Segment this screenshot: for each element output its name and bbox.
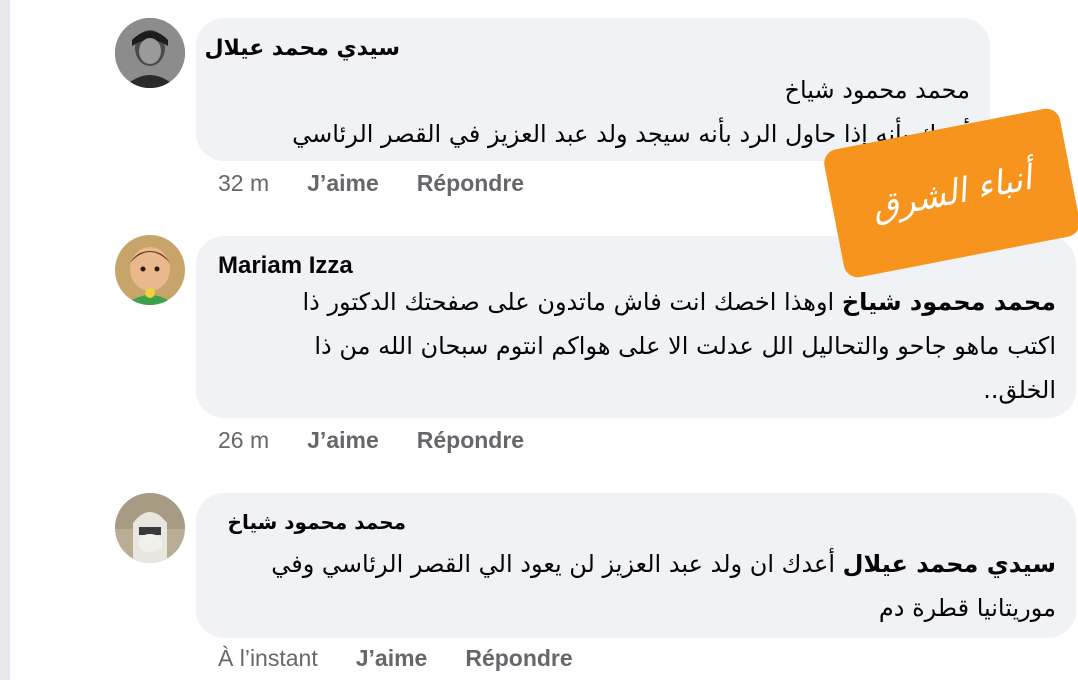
like-button[interactable]: J’aime — [307, 170, 379, 197]
comment-actions: À l’instant J’aime Répondre — [218, 645, 573, 672]
comment-actions: 32 m J’aime Répondre — [218, 170, 524, 197]
reply-button[interactable]: Répondre — [465, 645, 572, 672]
mention-link[interactable]: محمد محمود شياخ — [842, 288, 1056, 316]
comment-timestamp[interactable]: 32 m — [218, 170, 269, 197]
avatar-mohamed-mahmoud[interactable] — [115, 493, 185, 563]
like-button[interactable]: J’aime — [307, 427, 379, 454]
comment-author[interactable]: محمد محمود شياخ — [228, 510, 406, 534]
reply-button[interactable]: Répondre — [417, 427, 524, 454]
comment-text-line: موريتانيا قطرة دم — [878, 594, 1056, 622]
comment-text-segment: أعدك ان ولد عبد العزيز لن يعود الي القصر… — [271, 550, 836, 578]
comment-text: محمد محمود شياخ أعدك بأنه إذا حاول الرد … — [210, 68, 970, 156]
comment-timestamp[interactable]: 26 m — [218, 427, 269, 454]
comment-text: سيدي محمد عيلال أعدك ان ولد عبد العزيز ل… — [211, 542, 1056, 630]
reply-button[interactable]: Répondre — [417, 170, 524, 197]
avatar-mariam-izza[interactable] — [115, 235, 185, 305]
comments-page: سيدي محمد عيلال محمد محمود شياخ أعدك بأن… — [0, 0, 1078, 680]
left-rail — [0, 0, 10, 680]
comment-text: محمد محمود شياخ اوهذا اخصك انت فاش ماتدو… — [211, 280, 1056, 412]
avatar-sidi-mohamed[interactable] — [115, 18, 185, 88]
comment-text-segment: اوهذا اخصك انت فاش ماتدون على صفحتك الدك… — [302, 288, 835, 316]
comment-text-line: الخلق.. — [983, 376, 1056, 404]
mention-link[interactable]: سيدي محمد عيلال — [843, 550, 1056, 578]
comment-text-line: محمد محمود شياخ اوهذا اخصك انت فاش ماتدو… — [211, 280, 1056, 324]
comment-author[interactable]: Mariam Izza — [218, 252, 353, 280]
comment-author[interactable]: سيدي محمد عيلال — [204, 36, 400, 61]
comment-timestamp[interactable]: À l’instant — [218, 645, 318, 672]
comment-text-line: سيدي محمد عيلال أعدك ان ولد عبد العزيز ل… — [211, 542, 1056, 586]
comment-text-line: اكتب ماهو جاحو والتحاليل الل عدلت الا عل… — [314, 332, 1056, 360]
comment-actions: 26 m J’aime Répondre — [218, 427, 524, 454]
comment-text-line: محمد محمود شياخ — [784, 76, 970, 104]
like-button[interactable]: J’aime — [356, 645, 428, 672]
